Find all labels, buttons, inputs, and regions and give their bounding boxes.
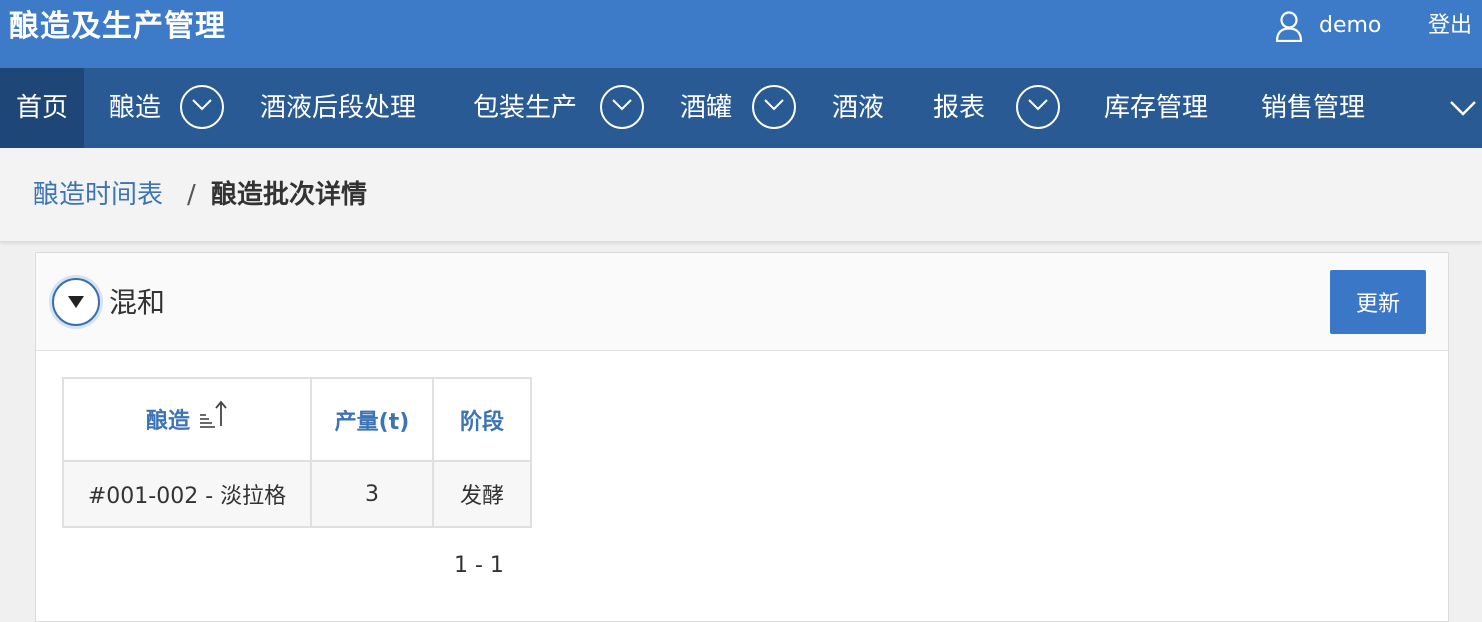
- table-cell-brewing: #001-002 - 淡拉格: [62, 460, 312, 528]
- nav-item-label: 库存管理: [1104, 93, 1209, 123]
- triangle-down-icon: [68, 296, 84, 308]
- nav-item-label: 销售管理: [1261, 93, 1366, 123]
- region-title: 混和: [109, 286, 166, 319]
- chevron-down-icon[interactable]: [752, 85, 796, 129]
- region-header: 混和 更新: [36, 253, 1448, 351]
- nav-item-reports[interactable]: 报表: [933, 68, 985, 148]
- update-button[interactable]: 更新: [1330, 270, 1426, 334]
- blend-table: 酿造 产量(t) 阶段 #001-002 - 淡拉格 3 发酵: [62, 377, 532, 528]
- chevron-down-icon[interactable]: [600, 85, 644, 129]
- table-row: #001-002 - 淡拉格 3 发酵: [62, 460, 532, 528]
- nav-item-label: 报表: [933, 93, 986, 123]
- user-icon[interactable]: [1274, 10, 1304, 43]
- blend-region: 混和 更新 酿造 产量(t) 阶段 #001-002 - 淡拉格 3 发酵 1 …: [35, 252, 1449, 622]
- chevron-down-icon[interactable]: [1448, 93, 1478, 123]
- column-header-stage[interactable]: 阶段: [432, 377, 532, 462]
- breadcrumb-link-schedule[interactable]: 酿造时间表: [33, 180, 163, 210]
- nav-item-sales[interactable]: 销售管理: [1261, 68, 1365, 148]
- nav-item-home[interactable]: 首页: [0, 68, 84, 148]
- logout-link[interactable]: 登出: [1428, 12, 1472, 40]
- nav-item-label: 酒液后段处理: [260, 93, 417, 123]
- app-title[interactable]: 酿造及生产管理: [9, 8, 226, 46]
- nav-item-brewing[interactable]: 酿造: [109, 68, 161, 148]
- nav-item-label: 首页: [15, 93, 68, 123]
- page-title: 酿造批次详情: [211, 180, 368, 210]
- nav-item-label: 酒液: [832, 93, 885, 123]
- sort-ascending-icon[interactable]: [198, 399, 228, 437]
- nav-item-label: 包装生产: [473, 93, 578, 123]
- chevron-down-icon[interactable]: [1016, 85, 1060, 129]
- breadcrumb: 酿造时间表 / 酿造批次详情: [0, 148, 1482, 242]
- top-header: 酿造及生产管理 demo 登出: [0, 0, 1482, 68]
- column-header-label: 酿造: [145, 408, 190, 434]
- breadcrumb-separator: /: [187, 180, 196, 210]
- table-header-row: 酿造 产量(t) 阶段: [62, 377, 532, 462]
- nav-item-label: 酒罐: [680, 93, 733, 123]
- nav-item-post-processing[interactable]: 酒液后段处理: [260, 68, 416, 148]
- column-header-brewing[interactable]: 酿造: [62, 377, 312, 462]
- main-nav: 首页 酿造 酒液后段处理 包装生产 酒罐 酒液 报表 库存管理 销售管理: [0, 68, 1482, 148]
- pagination-range: 1 - 1: [454, 553, 504, 578]
- chevron-down-icon[interactable]: [180, 85, 224, 129]
- nav-item-tanks[interactable]: 酒罐: [680, 68, 732, 148]
- user-name[interactable]: demo: [1319, 12, 1381, 40]
- table-cell-yield: 3: [310, 460, 434, 528]
- table-cell-stage: 发酵: [432, 460, 532, 528]
- nav-item-inventory[interactable]: 库存管理: [1104, 68, 1208, 148]
- nav-item-label: 酿造: [109, 93, 162, 123]
- nav-item-packaging[interactable]: 包装生产: [473, 68, 577, 148]
- column-header-yield[interactable]: 产量(t): [310, 377, 434, 462]
- nav-item-liquid[interactable]: 酒液: [832, 68, 884, 148]
- collapse-toggle-button[interactable]: [52, 278, 100, 326]
